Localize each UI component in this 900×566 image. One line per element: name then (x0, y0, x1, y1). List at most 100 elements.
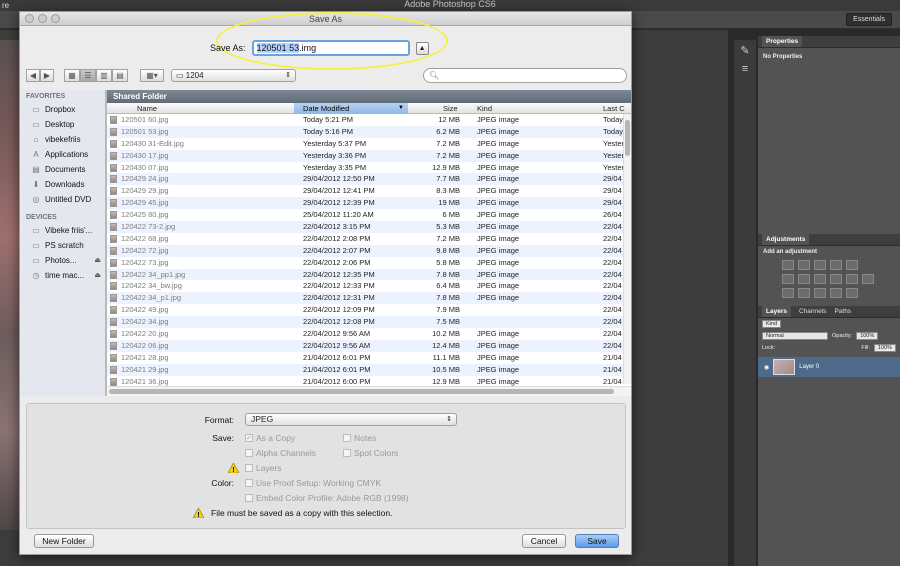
hue-saturation-icon[interactable] (782, 274, 794, 284)
table-row[interactable]: 120422 34_bw.jpg 22/04/2012 12:33 PM 6.4 M… (107, 280, 623, 292)
embed-profile-checkbox[interactable]: Embed Color Profile: Adobe RGB (1998) (245, 493, 409, 503)
search-input[interactable]: 🔍︎ (423, 68, 627, 83)
eject-icon[interactable]: ⏏ (94, 268, 101, 283)
table-row[interactable]: 120422 20.jpg 22/04/2012 9:56 AM 10.2 MB JP… (107, 328, 623, 340)
collapse-dialog-button[interactable]: ▲ (415, 41, 429, 55)
selective-color-icon[interactable] (830, 288, 842, 298)
posterize-icon[interactable] (798, 288, 810, 298)
sliders-icon[interactable]: ≡ (737, 62, 753, 76)
filename-input[interactable]: 120501 53.img (251, 40, 410, 56)
sidebar-item-home[interactable]: ⌂ vibekefriis (21, 132, 105, 147)
arrange-button[interactable]: ▦▾ (140, 69, 164, 82)
blend-mode-select[interactable]: Normal (762, 332, 828, 340)
new-folder-button[interactable]: New Folder (34, 534, 94, 548)
brush-icon[interactable]: ✎ (737, 44, 753, 58)
scroll-thumb[interactable] (625, 120, 630, 156)
gradient-map-icon[interactable] (846, 288, 858, 298)
use-proof-setup-checkbox[interactable]: Use Proof Setup: Working CMYK (245, 478, 381, 488)
levels-icon[interactable] (798, 260, 810, 270)
save-button[interactable]: Save (575, 534, 619, 548)
color-balance-icon[interactable] (798, 274, 810, 284)
sidebar-item-downloads[interactable]: ⬇ Downloads (21, 177, 105, 192)
column-view-button[interactable]: ▥ (96, 69, 112, 82)
cell-size: 9.8 MB (436, 245, 460, 255)
back-button[interactable]: ◀ (26, 69, 40, 82)
tab-layers[interactable]: Layers (762, 306, 791, 317)
format-select[interactable]: JPEG ⇕ (245, 413, 457, 426)
sidebar-item-ps-scratch[interactable]: ▭ PS scratch (21, 238, 105, 253)
layer-row[interactable]: ◉ Layer 0 (758, 357, 900, 377)
sidebar-item-dropbox[interactable]: ▭ Dropbox (21, 102, 105, 117)
sidebar-item-dvd[interactable]: ◎ Untitled DVD (21, 192, 105, 207)
table-row[interactable]: 120430 31-Edit.jpg Yesterday 5:37 PM 7.2 M… (107, 138, 624, 150)
as-a-copy-checkbox[interactable]: ✓ As a Copy (245, 433, 295, 443)
table-row[interactable]: 120422 73-2.jpg 22/04/2012 3:15 PM 5.3 MB J… (107, 221, 623, 233)
table-row[interactable]: 120422 73.jpg 22/04/2012 2:06 PM 5.8 MB JPE… (107, 257, 623, 269)
table-row[interactable]: 120430 17.jpg Yesterday 3:36 PM 7.2 MB JPEG… (107, 149, 624, 162)
table-row[interactable]: 120421 28.jpg 21/04/2012 6:01 PM 11.1 MB JP… (107, 352, 623, 364)
sidebar-item-time-machine[interactable]: ◷ time mac... ⏏ (21, 268, 105, 283)
sidebar-item-documents[interactable]: ▤ Documents (21, 162, 105, 177)
column-size[interactable]: Size (443, 103, 458, 114)
spot-colors-checkbox[interactable]: Spot Colors (343, 448, 398, 458)
vertical-scrollbar[interactable] (623, 114, 631, 384)
cancel-button[interactable]: Cancel (522, 534, 566, 548)
table-row[interactable]: 120421 29.jpg 21/04/2012 6:01 PM 10.5 MB JP… (107, 363, 623, 376)
sidebar-item-desktop[interactable]: ▭ Desktop (21, 117, 105, 132)
table-row[interactable]: 120422 06.jpg 22/04/2012 9:56 AM 12.4 MB JP… (107, 339, 623, 352)
table-row[interactable]: 120422 72.jpg 22/04/2012 2:07 PM 9.8 MB JPE… (107, 244, 623, 257)
table-row[interactable]: 120501 60.jpg Today 5:21 PM 12 MB JPEG imag… (107, 114, 623, 126)
tab-paths[interactable]: Paths (834, 308, 851, 315)
folder-path-popup[interactable]: ▭ 1204 ⇕ (171, 69, 296, 82)
kind-filter[interactable]: Kind (762, 320, 782, 328)
tab-channels[interactable]: Channels (799, 308, 826, 315)
opacity-field[interactable]: 100% (856, 332, 879, 340)
list-view-button[interactable]: ☰ (80, 69, 96, 82)
app-menu-fragment[interactable]: re (2, 1, 9, 10)
scroll-thumb[interactable] (109, 389, 614, 394)
table-row[interactable]: 120422 34.jpg 22/04/2012 12:08 PM 7.5 MB 22… (107, 316, 623, 329)
horizontal-scrollbar[interactable] (107, 386, 631, 396)
invert-icon[interactable] (782, 288, 794, 298)
curves-icon[interactable] (814, 260, 826, 270)
table-row[interactable]: 120429 45.jpg 29/04/2012 12:39 PM 19 MB JPE… (107, 197, 623, 210)
column-kind[interactable]: Kind (477, 103, 492, 114)
photo-filter-icon[interactable] (830, 274, 842, 284)
tab-adjustments[interactable]: Adjustments (762, 234, 810, 245)
column-last-opened[interactable]: Last C (603, 103, 625, 114)
visibility-eye-icon[interactable]: ◉ (764, 364, 769, 371)
exposure-icon[interactable] (830, 260, 842, 270)
channel-mixer-icon[interactable] (846, 274, 858, 284)
forward-button[interactable]: ▶ (40, 69, 54, 82)
table-row[interactable]: 120425 80.jpg 25/04/2012 11:20 AM 6 MB JPEG… (107, 209, 623, 221)
table-row[interactable]: 120422 34_p1.jpg 22/04/2012 12:31 PM 7.8 M… (107, 292, 623, 305)
notes-checkbox[interactable]: Notes (343, 433, 376, 443)
black-white-icon[interactable] (814, 274, 826, 284)
table-row[interactable]: 120422 34_pp1.jpg 22/04/2012 12:35 PM 7.8 … (107, 268, 623, 281)
column-date-modified[interactable]: Date Modified ▼ (294, 103, 408, 114)
sidebar-item-photos[interactable]: ▭ Photos... ⏏ (21, 253, 105, 268)
tab-properties[interactable]: Properties (762, 36, 803, 47)
column-name[interactable]: Name (137, 103, 157, 114)
table-row[interactable]: 120430 07.jpg Yesterday 3:35 PM 12.9 MB JPE… (107, 162, 624, 174)
alpha-channels-checkbox[interactable]: Alpha Channels (245, 448, 316, 458)
table-row[interactable]: 120422 68.jpg 22/04/2012 2:08 PM 7.2 MB JPE… (107, 233, 623, 245)
color-lookup-icon[interactable] (862, 274, 874, 284)
threshold-icon[interactable] (814, 288, 826, 298)
checkbox-label: Layers (256, 463, 282, 473)
sidebar-item-computer[interactable]: ▭ Vibeke friis'... (21, 223, 105, 238)
brightness-icon[interactable] (782, 260, 794, 270)
workspace-button[interactable]: Essentials (846, 13, 892, 26)
table-row[interactable]: 120501 53.jpg Today 5:16 PM 6.2 MB JPEG ima… (107, 125, 623, 138)
layers-checkbox[interactable]: Layers (245, 463, 282, 473)
fill-field[interactable]: 100% (873, 344, 896, 352)
coverflow-view-button[interactable]: ▤ (112, 69, 128, 82)
table-row[interactable]: 120422 49.jpg 22/04/2012 12:09 PM 7.9 MB 22… (107, 304, 623, 316)
icon-view-button[interactable]: ▦ (64, 69, 80, 82)
table-row[interactable]: 120429 29.jpg 29/04/2012 12:41 PM 8.3 MB JP… (107, 185, 623, 197)
sidebar-item-applications[interactable]: A Applications (21, 147, 105, 162)
current-folder: 1204 (185, 71, 204, 80)
vibrance-icon[interactable] (846, 260, 858, 270)
table-row[interactable]: 120429 24.jpg 29/04/2012 12:50 PM 7.7 MB JP… (107, 173, 623, 186)
eject-icon[interactable]: ⏏ (94, 253, 101, 268)
